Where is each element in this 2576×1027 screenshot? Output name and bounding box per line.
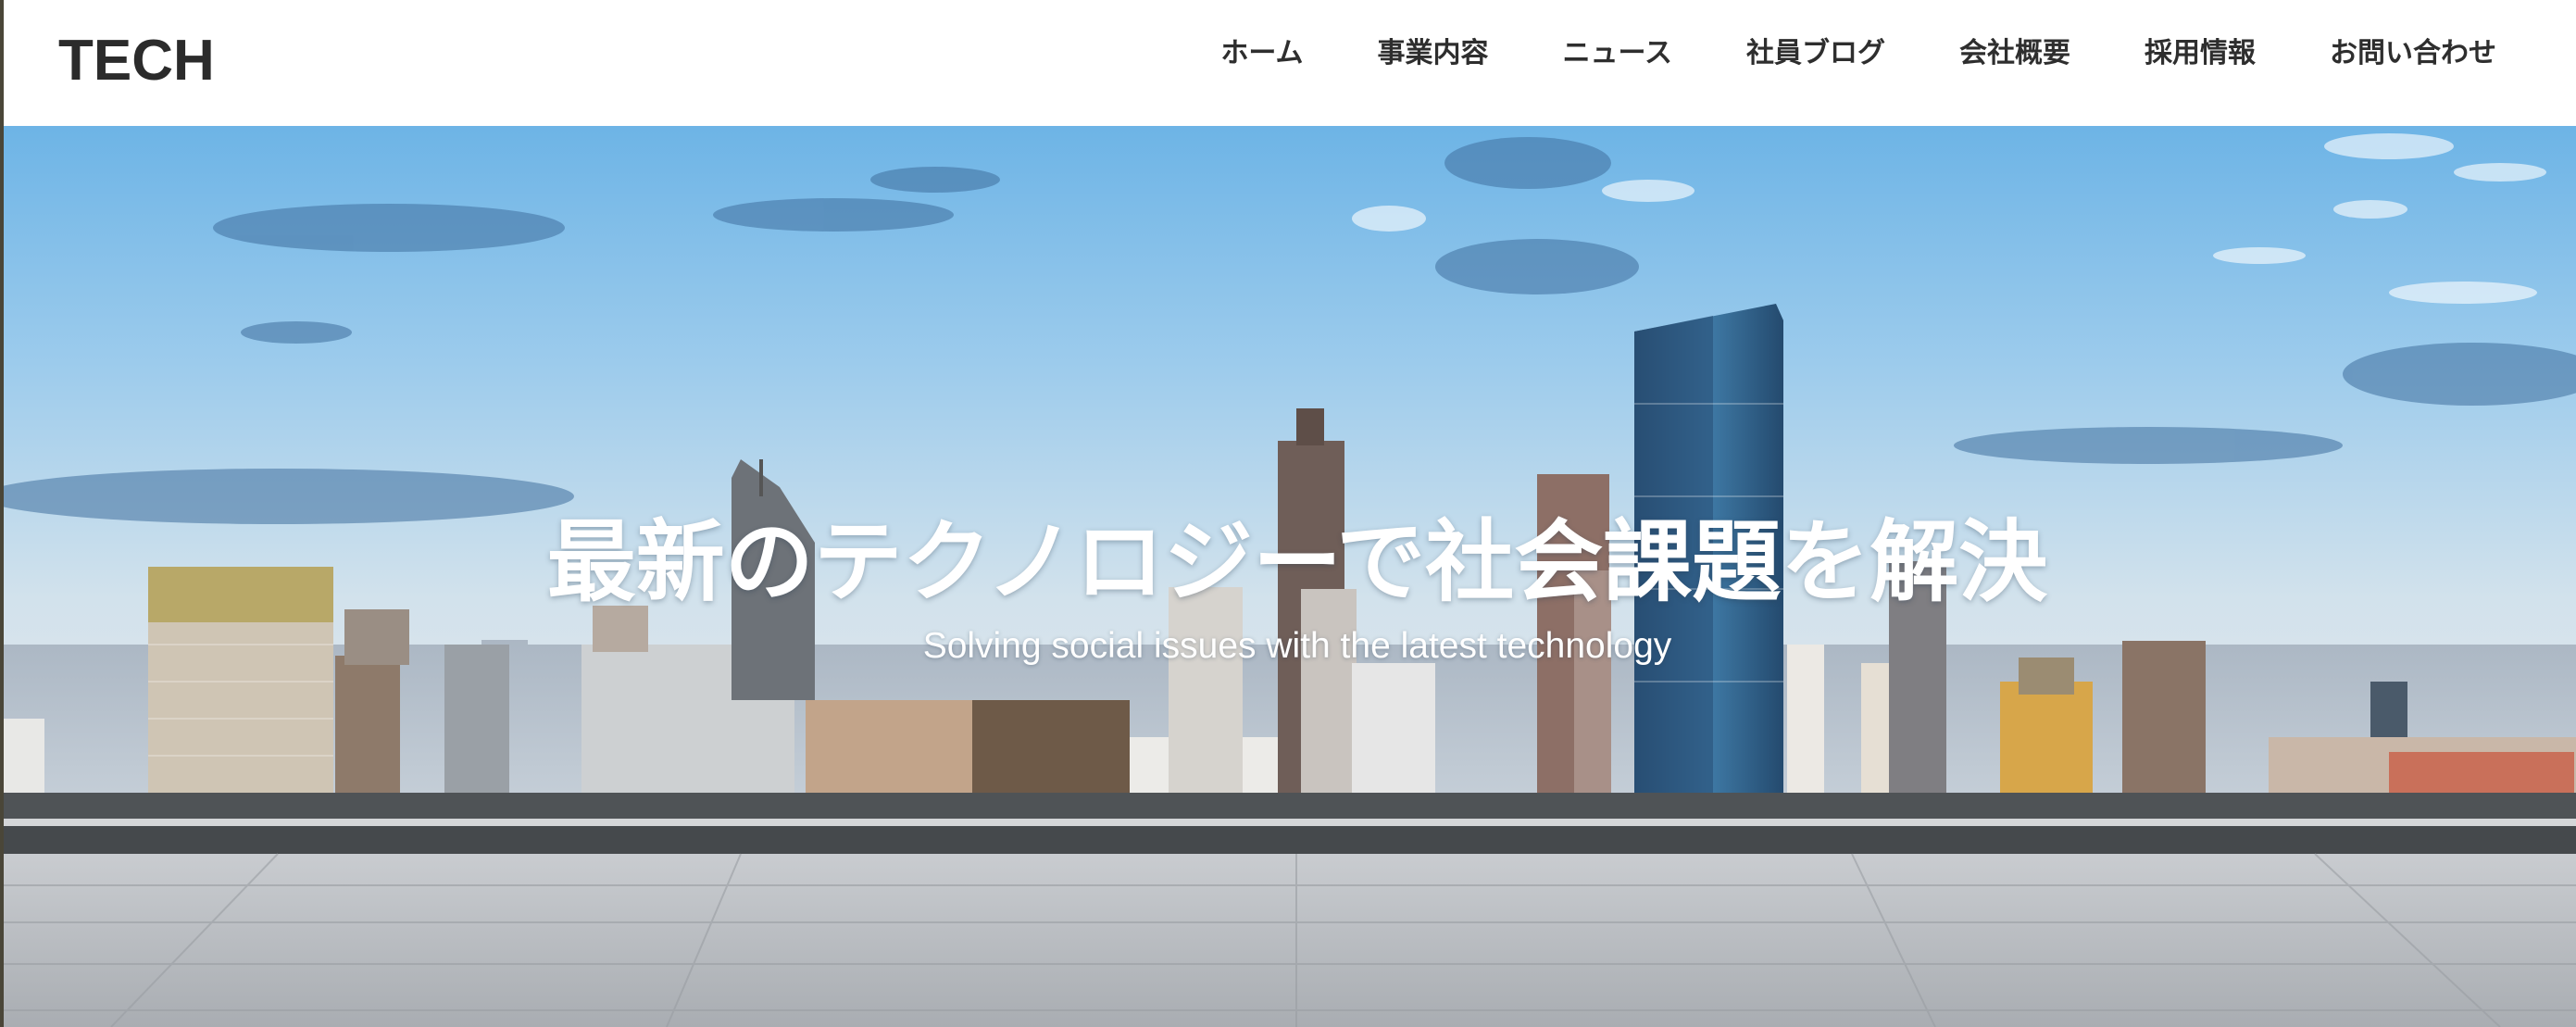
nav-item-business[interactable]: 事業内容	[1378, 30, 1489, 70]
nav-item-home[interactable]: ホーム	[1220, 30, 1303, 70]
nav-item-contact[interactable]: お問い合わせ	[2330, 30, 2496, 70]
nav-item-recruit[interactable]: 採用情報	[2145, 30, 2256, 70]
hero-title: 最新のテクノロジーで社会課題を解決	[546, 510, 2048, 614]
hero-subtitle: Solving social issues with the latest te…	[922, 626, 1672, 666]
window-edge	[0, 0, 4, 1027]
hero-section: 最新のテクノロジーで社会課題を解決 Solving social issues …	[0, 126, 2576, 1027]
nav-item-blog[interactable]: 社員ブログ	[1746, 30, 1885, 70]
main-nav: ホーム 事業内容 ニュース 社員ブログ 会社概要 採用情報 お問い合わせ	[1220, 28, 2496, 72]
nav-item-news[interactable]: ニュース	[1563, 30, 1673, 70]
site-header: TECH ホーム 事業内容 ニュース 社員ブログ 会社概要 採用情報 お問い合わ…	[0, 0, 2576, 126]
nav-item-company[interactable]: 会社概要	[1959, 30, 2070, 70]
site-logo[interactable]: TECH	[58, 26, 215, 96]
